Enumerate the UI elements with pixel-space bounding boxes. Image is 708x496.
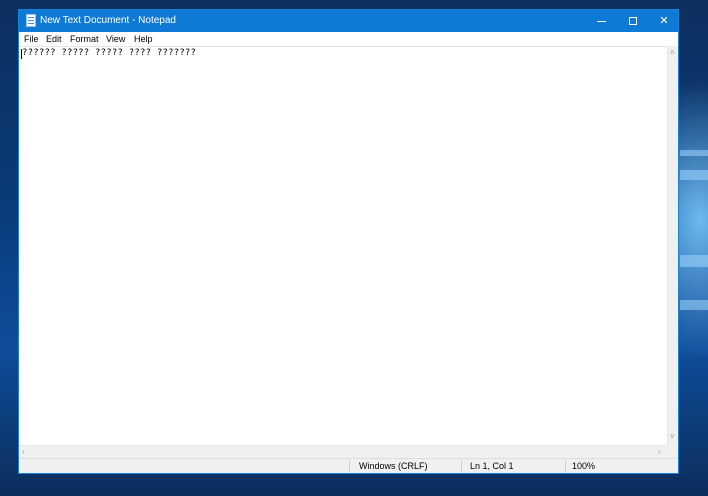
menu-format[interactable]: Format — [70, 32, 99, 46]
minimize-icon — [596, 20, 606, 22]
vertical-scrollbar[interactable]: ˄ ˅ — [667, 46, 678, 445]
wallpaper-light-beam — [680, 255, 708, 267]
zoom-status: 100% — [572, 461, 596, 471]
notepad-window: New Text Document - Notepad ✕ File Edit … — [18, 9, 679, 474]
status-divider — [565, 460, 566, 472]
horizontal-scrollbar[interactable]: ‹ › — [19, 445, 667, 458]
close-icon: ✕ — [659, 15, 669, 27]
menu-bar: File Edit Format View Help — [19, 32, 678, 46]
scroll-right-icon[interactable]: › — [658, 448, 661, 456]
status-divider — [461, 460, 462, 472]
scroll-up-icon[interactable]: ˄ — [670, 49, 675, 57]
wallpaper-light-beam — [680, 300, 708, 310]
maximize-icon — [629, 17, 637, 26]
maximize-button[interactable] — [617, 10, 649, 32]
scrollbar-corner — [667, 445, 678, 458]
window-title: New Text Document - Notepad — [40, 15, 176, 26]
minimize-button[interactable] — [585, 10, 617, 32]
line-ending-status: Windows (CRLF) — [359, 461, 428, 471]
status-bar: Windows (CRLF) Ln 1, Col 1 100% — [19, 458, 678, 473]
title-bar[interactable]: New Text Document - Notepad ✕ — [19, 10, 678, 32]
scroll-left-icon[interactable]: ‹ — [22, 448, 25, 456]
close-button[interactable]: ✕ — [648, 10, 680, 32]
menu-help[interactable]: Help — [134, 32, 153, 46]
menu-file[interactable]: File — [24, 32, 39, 46]
wallpaper-light-beam — [680, 170, 708, 180]
text-editor-area[interactable]: ?????? ????? ????? ???? ??????? — [19, 46, 667, 445]
scroll-down-icon[interactable]: ˅ — [670, 433, 675, 441]
cursor-position-status: Ln 1, Col 1 — [470, 461, 514, 471]
status-divider — [349, 460, 350, 472]
document-text[interactable]: ?????? ????? ????? ???? ??????? — [22, 48, 196, 59]
wallpaper-light-beam — [680, 150, 708, 156]
menu-view[interactable]: View — [106, 32, 125, 46]
menu-edit[interactable]: Edit — [46, 32, 62, 46]
notepad-icon — [26, 14, 36, 27]
